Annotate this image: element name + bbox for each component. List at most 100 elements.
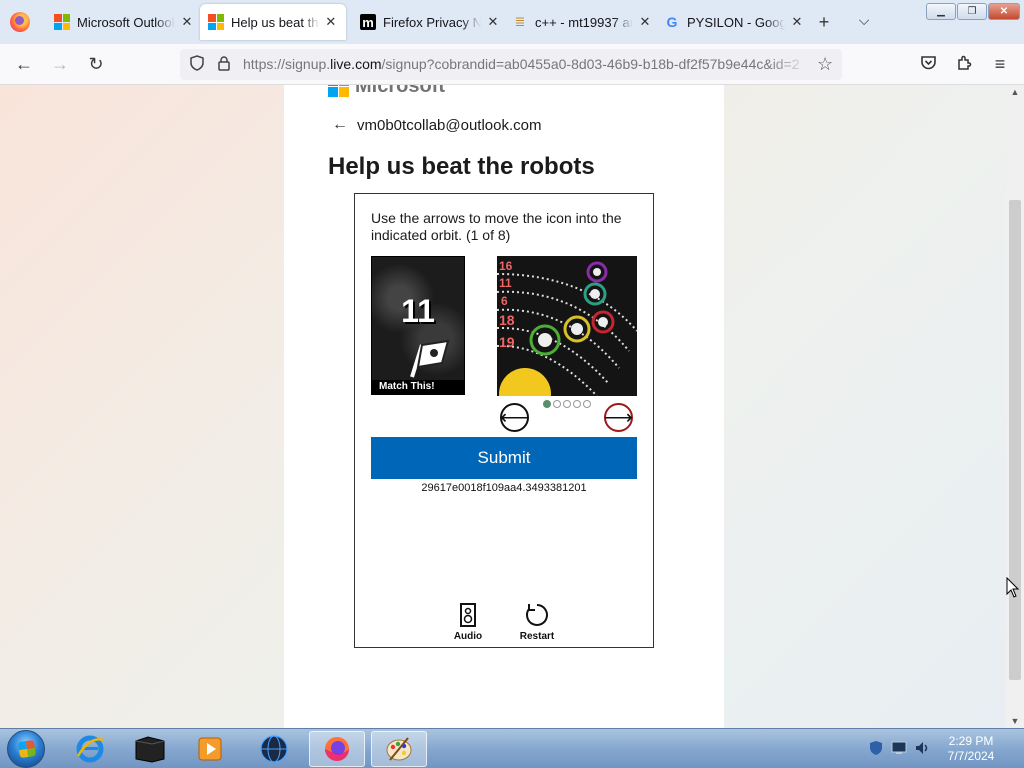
firefox-taskbar-item[interactable] (309, 731, 365, 767)
restart-label: Restart (519, 631, 555, 642)
folder-icon (135, 736, 165, 763)
pocket-icon[interactable] (917, 54, 939, 76)
close-tab-icon[interactable]: ✕ (324, 14, 338, 30)
stackoverflow-icon: ≣ (514, 14, 526, 29)
media-player-icon (198, 737, 222, 761)
tab-title: Help us beat the robots (231, 14, 320, 30)
back-identity-row[interactable]: ← vm0b0tcollab@outlook.com (332, 116, 541, 134)
close-tab-icon[interactable]: ✕ (637, 14, 653, 30)
internet-explorer-icon (76, 735, 104, 763)
arrow-right-icon: ⟶ (604, 407, 633, 429)
microsoft-icon (54, 14, 70, 30)
security-shield-icon[interactable] (868, 740, 884, 756)
menu-icon[interactable]: ≡ (989, 54, 1011, 75)
minimize-button[interactable]: ▁ (926, 3, 956, 20)
close-tab-icon[interactable]: ✕ (179, 14, 195, 30)
audio-button[interactable]: Audio (443, 602, 493, 642)
windows-taskbar: 2:29 PM 7/7/2024 (0, 728, 1024, 768)
firefox-icon (325, 737, 349, 761)
scrollbar-thumb[interactable] (1009, 200, 1021, 680)
captcha-challenge: Use the arrows to move the icon into the… (354, 193, 654, 648)
list-all-tabs-button[interactable]: ⌵ (854, 12, 874, 29)
shield-icon[interactable] (189, 55, 205, 75)
tab-title: Microsoft Outlook (77, 14, 175, 30)
system-clock[interactable]: 2:29 PM 7/7/2024 (940, 734, 1002, 764)
next-arrow-button[interactable]: ⟶ (604, 403, 633, 432)
globe-icon (260, 735, 288, 763)
microsoft-icon (328, 85, 349, 97)
progress-dot (563, 400, 571, 408)
submit-button[interactable]: Submit (371, 437, 637, 479)
close-tab-icon[interactable]: ✕ (789, 14, 805, 30)
start-button[interactable] (7, 730, 45, 768)
progress-dot (543, 400, 551, 408)
microsoft-icon (208, 14, 224, 30)
back-arrow-icon[interactable]: ← (332, 116, 348, 134)
paint-palette-icon (386, 737, 412, 761)
scroll-down-icon[interactable]: ▼ (1006, 716, 1024, 726)
media-player-taskbar-item[interactable] (182, 731, 238, 767)
audio-label: Audio (453, 631, 483, 642)
tab-pysilon-google[interactable]: G PYSILON - Google ✕ (656, 4, 813, 40)
tab-cpp-mt19937[interactable]: ≣ c++ - mt19937 and ✕ (504, 4, 661, 40)
volume-icon[interactable] (914, 740, 930, 756)
network-app-taskbar-item[interactable] (246, 731, 302, 767)
tab-title: Firefox Privacy Notice (383, 14, 481, 30)
captcha-instruction: Use the arrows to move the icon into the… (371, 210, 622, 243)
reload-icon[interactable]: ↻ (85, 54, 107, 75)
url-domain: live.com (330, 56, 382, 72)
lock-icon[interactable] (217, 55, 231, 75)
close-tab-icon[interactable]: ✕ (485, 14, 501, 30)
email-identity: vm0b0tcollab@outlook.com (357, 116, 542, 134)
orbit-number: 19 (499, 334, 515, 350)
tab-bar: Microsoft Outlook ✕ Help us beat the rob… (0, 0, 1024, 44)
vertical-scrollbar[interactable]: ▲ ▼ (1006, 85, 1024, 728)
extensions-icon[interactable] (953, 54, 975, 76)
flag-icon (410, 339, 450, 378)
previous-arrow-button[interactable]: ⟵ (500, 403, 529, 432)
tab-help-us-beat-the-robots[interactable]: Help us beat the robots ✕ (200, 4, 346, 40)
progress-dot (573, 400, 581, 408)
close-window-button[interactable]: ✕ (988, 3, 1020, 20)
signup-card: Microsoft ← vm0b0tcollab@outlook.com Hel… (284, 85, 724, 728)
page-viewport: Microsoft ← vm0b0tcollab@outlook.com Hel… (0, 85, 1024, 728)
tab-title: c++ - mt19937 and (535, 14, 633, 30)
internet-explorer-taskbar-item[interactable] (62, 731, 118, 767)
google-icon: G (666, 14, 678, 30)
speaker-icon (460, 603, 476, 627)
match-label: Match This! (372, 380, 464, 394)
orbit-diagram: 16 11 6 18 19 (497, 256, 637, 396)
tab-firefox-privacy-notice[interactable]: m Firefox Privacy Notice ✕ (352, 4, 509, 40)
url-bar[interactable]: https://signup.live.com/signup?cobrandid… (180, 49, 842, 80)
progress-dot (553, 400, 561, 408)
navigation-bar: ← → ↻ https://signup.live.com/signup?cob… (0, 44, 1024, 85)
forward-arrow-icon[interactable]: → (49, 54, 71, 75)
match-target-image: 11 Match This! (371, 256, 465, 395)
url-path: /signup?cobrandid=ab0455a0-8d03-46b9-b18… (381, 56, 800, 72)
explorer-taskbar-item[interactable] (122, 731, 178, 767)
clock-date: 7/7/2024 (947, 749, 995, 763)
firefox-view-icon[interactable] (10, 12, 30, 32)
restart-button[interactable]: Restart (512, 602, 562, 642)
maximize-button[interactable]: ❐ (957, 3, 987, 20)
session-token: 29617e0018f109aa4.3493381201 (421, 482, 587, 494)
back-arrow-icon[interactable]: ← (13, 54, 35, 75)
tab-title: PYSILON - Google (687, 14, 785, 30)
url-text[interactable]: https://signup.live.com/signup?cobrandid… (243, 56, 808, 72)
mozilla-icon: m (360, 14, 376, 30)
progress-dots (543, 400, 591, 408)
scroll-up-icon[interactable]: ▲ (1006, 87, 1024, 97)
new-tab-button[interactable]: + (814, 12, 834, 33)
paint-taskbar-item[interactable] (371, 731, 427, 767)
orbit-number: 18 (499, 312, 515, 328)
clock-time: 2:29 PM (948, 734, 994, 748)
orbit-number: 11 (499, 276, 512, 290)
match-number: 11 (401, 293, 435, 329)
network-monitor-icon[interactable] (891, 740, 907, 756)
page-title: Help us beat the robots (328, 153, 595, 180)
orbit-puzzle-image: 16 11 6 18 19 (497, 256, 637, 396)
orbit-number: 16 (499, 259, 513, 273)
tab-microsoft-outlook[interactable]: Microsoft Outlook ✕ (46, 4, 203, 40)
bookmark-star-icon[interactable]: ☆ (817, 54, 833, 75)
brand-text: Microsoft (355, 85, 445, 97)
